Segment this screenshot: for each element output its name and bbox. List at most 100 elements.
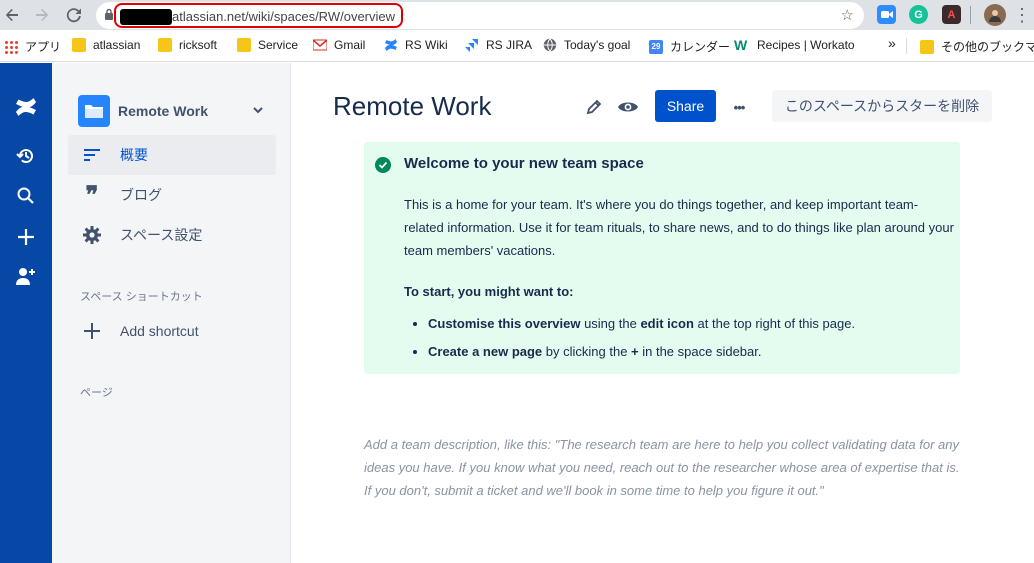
grammarly-letter: G	[914, 8, 923, 21]
bookmark-workato[interactable]: W Recipes | Workato	[734, 38, 855, 52]
bookmark-label: RS Wiki	[405, 38, 448, 52]
sidebar-item-label: スペース設定	[120, 227, 203, 243]
folder-icon	[237, 38, 251, 52]
bookmark-label: ricksoft	[179, 38, 218, 52]
overview-lines-icon	[80, 148, 104, 162]
sidebar-item-label: ブログ	[120, 187, 162, 203]
bookmark-label: アプリ	[25, 40, 62, 54]
list-item-text: by clicking the	[542, 344, 632, 359]
bookmark-divider	[906, 38, 907, 54]
bookmark-todays-goal[interactable]: Today's goal	[543, 38, 630, 52]
page-title: Remote Work	[333, 91, 492, 121]
more-actions-icon[interactable]: •••	[727, 95, 751, 119]
bookmarks-overflow[interactable]: »	[888, 35, 896, 51]
bookmarks-bar: アプリ atlassian ricksoft Service Gmail RS …	[0, 30, 1034, 62]
pages-heading: ページ	[80, 387, 113, 399]
recent-history-icon[interactable]	[8, 142, 44, 170]
calendar-date: 29	[651, 42, 661, 51]
calendar-icon: 29	[649, 39, 663, 54]
forward-arrow-icon[interactable]	[30, 3, 54, 27]
bookmark-label: Service	[258, 38, 299, 52]
grammarly-extension-icon[interactable]: G	[909, 5, 928, 24]
welcome-panel: Welcome to your new team space This is a…	[364, 142, 960, 374]
bookmark-gmail[interactable]: Gmail	[312, 38, 366, 52]
list-item-bold: Create a new page	[428, 344, 543, 359]
url-highlight: atlassian.net/wiki/spaces/RW/overview	[114, 3, 404, 28]
panel-title: Welcome to your new team space	[404, 155, 644, 172]
bookmark-label: カレンダー	[670, 40, 731, 54]
create-plus-icon[interactable]	[8, 223, 44, 251]
quote-icon: ❞	[85, 180, 99, 209]
list-item: Create a new page by clicking the + in t…	[428, 342, 855, 370]
list-item-text: at the top right of this page.	[693, 316, 856, 331]
chevron-down-icon[interactable]	[252, 103, 264, 121]
list-item-text: in the space sidebar.	[638, 344, 762, 359]
bookmark-label: Gmail	[334, 38, 366, 52]
bookmark-star-icon[interactable]: ☆	[841, 6, 854, 24]
edit-pencil-icon[interactable]	[582, 95, 606, 119]
list-item-bold: +	[631, 344, 639, 359]
bookmark-service[interactable]: Service	[237, 38, 298, 52]
profile-avatar[interactable]	[984, 4, 1006, 26]
apps-grid-icon	[4, 39, 18, 54]
panel-subheading: To start, you might want to:	[404, 284, 574, 299]
space-name: Remote Work	[118, 103, 208, 119]
back-arrow-icon[interactable]	[0, 3, 24, 27]
bookmark-label: atlassian	[93, 38, 141, 52]
list-item-bold: edit icon	[640, 316, 694, 331]
add-shortcut-button[interactable]: Add shortcut	[68, 311, 276, 351]
space-header[interactable]: Remote Work	[78, 95, 208, 127]
bookmark-atlassian[interactable]: atlassian	[72, 38, 140, 52]
bookmark-label: その他のブックマーク	[941, 40, 1034, 54]
list-item: Customise this overview using the edit i…	[428, 314, 855, 342]
acrobat-letter: A	[947, 8, 956, 21]
folder-icon	[920, 39, 934, 54]
url-text[interactable]: atlassian.net/wiki/spaces/RW/overview	[172, 9, 395, 24]
gear-icon	[80, 225, 104, 245]
search-icon[interactable]	[8, 182, 44, 210]
watch-eye-icon[interactable]	[616, 95, 640, 119]
bookmark-label: Recipes | Workato	[757, 38, 855, 52]
toolbar-divider	[970, 6, 971, 24]
panel-list: Customise this overview using the edit i…	[404, 314, 855, 370]
zoom-extension-icon[interactable]	[877, 5, 896, 24]
reload-icon[interactable]	[62, 3, 86, 27]
global-navigation	[0, 63, 52, 563]
sidebar-item-overview[interactable]: 概要	[68, 135, 276, 175]
bookmark-other[interactable]: その他のブックマーク	[920, 38, 1034, 55]
main-content: Remote Work Share ••• このスペースからスターを削除 Wel…	[292, 63, 1034, 563]
plus-icon	[80, 322, 104, 340]
workato-letter: W	[734, 37, 748, 53]
sidebar-item-space-settings[interactable]: スペース設定	[68, 215, 276, 255]
gmail-icon	[312, 38, 328, 52]
unstar-space-button[interactable]: このスペースからスターを削除	[772, 90, 992, 122]
bookmark-label: Today's goal	[564, 38, 631, 52]
bookmark-apps[interactable]: アプリ	[4, 38, 61, 55]
browser-toolbar: atlassian.net/wiki/spaces/RW/overview ☆ …	[0, 0, 1034, 30]
folder-icon	[158, 38, 172, 52]
panel-body: This is a home for your team. It's where…	[404, 197, 954, 258]
invite-people-icon[interactable]	[8, 263, 44, 291]
bookmark-calendar[interactable]: 29 カレンダー	[649, 38, 730, 55]
bookmark-label: RS JIRA	[486, 38, 533, 52]
browser-menu-icon[interactable]: ⋮	[1010, 3, 1034, 27]
add-shortcut-label: Add shortcut	[120, 323, 199, 339]
share-button[interactable]: Share	[655, 90, 716, 122]
workato-icon: W	[734, 38, 750, 52]
jira-icon	[465, 38, 479, 52]
folder-icon	[72, 38, 86, 52]
sidebar-item-label: 概要	[120, 147, 148, 163]
team-description-placeholder[interactable]: Add a team description, like this: "The …	[364, 433, 964, 502]
sidebar-item-blog[interactable]: ❞ ブログ	[68, 175, 276, 215]
shortcuts-heading: スペース ショートカット	[80, 291, 203, 303]
address-bar[interactable]: atlassian.net/wiki/spaces/RW/overview ☆	[96, 2, 864, 29]
confluence-logo-icon[interactable]	[8, 93, 44, 121]
acrobat-extension-icon[interactable]: A	[942, 5, 961, 24]
lock-icon	[104, 8, 114, 23]
bookmark-rs-jira[interactable]: RS JIRA	[465, 38, 532, 52]
list-item-bold: Customise this overview	[428, 316, 581, 331]
bookmark-ricksoft[interactable]: ricksoft	[158, 38, 217, 52]
bookmark-rs-wiki[interactable]: RS Wiki	[384, 38, 448, 52]
space-folder-icon	[78, 95, 110, 127]
check-circle-icon	[375, 157, 391, 173]
